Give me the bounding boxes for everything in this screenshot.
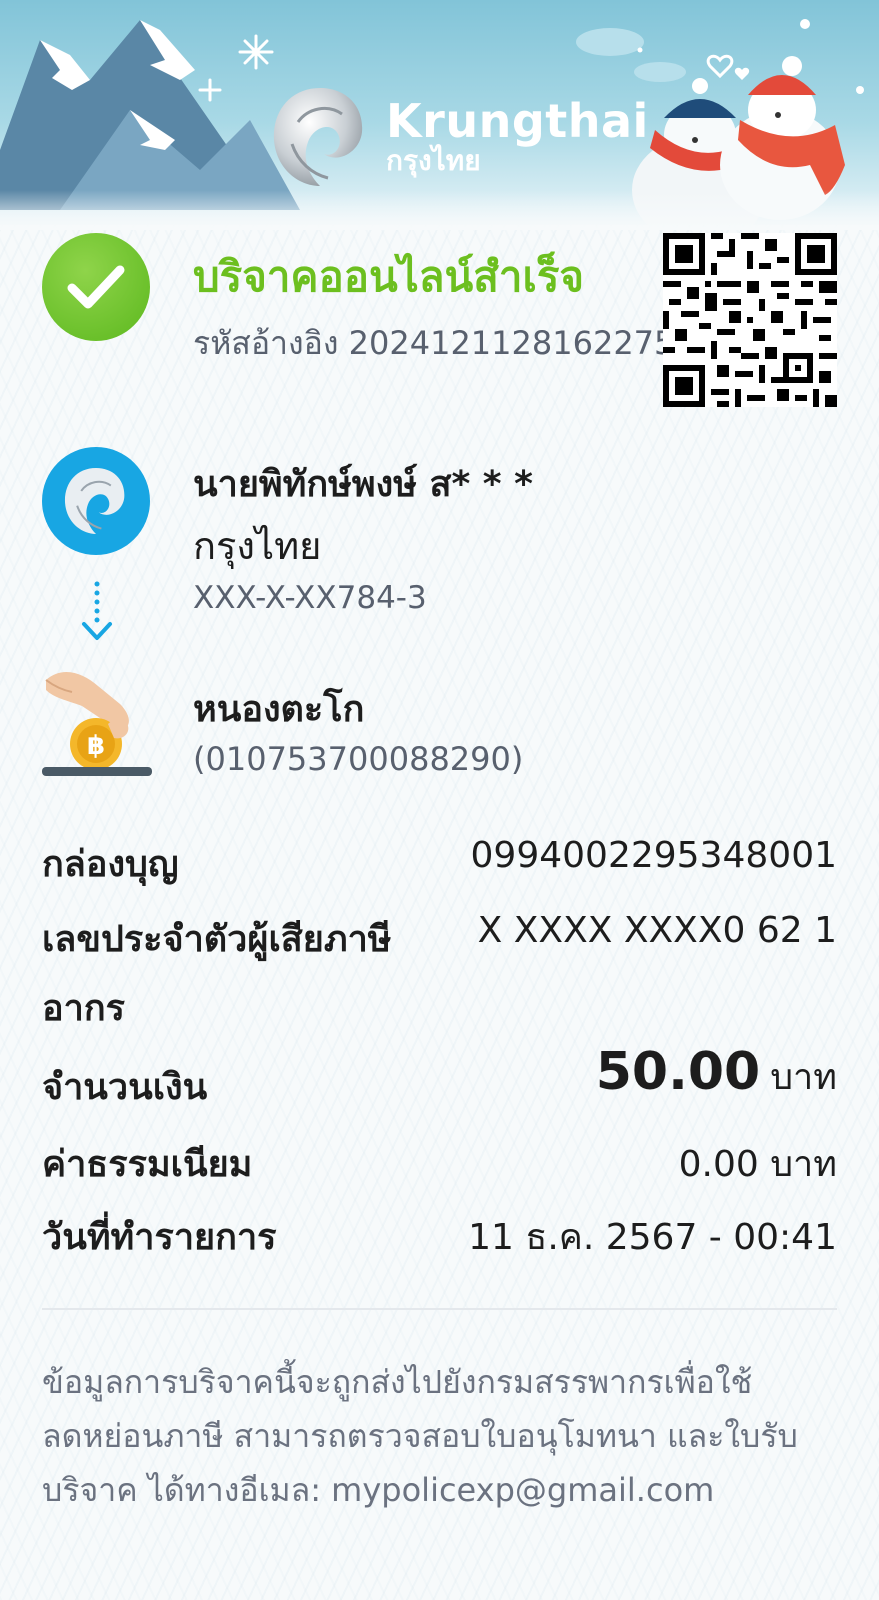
reference-number: 2024121128162275 (348, 324, 675, 362)
amount-unit: บาท (770, 1057, 837, 1098)
tax-id-label-line2: อากร (42, 988, 125, 1029)
svg-text:฿: ฿ (87, 731, 105, 761)
transaction-date-label: วันที่ทำรายการ (42, 1217, 277, 1258)
success-check-icon (42, 233, 150, 341)
sender-bank: กรุงไทย (193, 524, 322, 568)
qr-code[interactable] (663, 233, 837, 407)
divider (42, 1308, 837, 1310)
amount-value: 50.00 (595, 1042, 761, 1102)
donation-box-label: กล่องบุญ (42, 844, 179, 885)
krungthai-bird-icon (64, 468, 125, 534)
sender-name: นายพิทักษ์พงษ์ ส* * * (193, 464, 533, 505)
donation-coin-icon: ฿ (42, 672, 152, 776)
recipient-name: หนองตะโก (193, 689, 365, 730)
fee-value: 0.00 บาท (678, 1144, 837, 1185)
footer-line-1: ข้อมูลการบริจาคนี้จะถูกส่งไปยังกรมสรรพาก… (42, 1363, 753, 1401)
tax-id-label: เลขประจำตัวผู้เสียภาษี อากร (42, 910, 392, 1036)
sender-bank-avatar (42, 447, 150, 555)
donation-box-value: 0994002295348001 (470, 835, 837, 876)
amount-label: จำนวนเงิน (42, 1067, 208, 1108)
footer-line-3: บริจาค ได้ทางอีเมล: mypolicexp@gmail.com (42, 1471, 715, 1509)
tax-id-label-line1: เลขประจำตัวผู้เสียภาษี (42, 919, 392, 960)
transaction-date-value: 11 ธ.ค. 2567 - 00:41 (468, 1217, 837, 1258)
success-title: บริจาคออนไลน์สำเร็จ (193, 252, 584, 301)
receipt-body: บริจาคออนไลน์สำเร็จ รหัสอ้างอิง 20241211… (0, 0, 879, 1600)
amount-value-wrap: 50.00 บาท (596, 1042, 837, 1105)
footer-note: ข้อมูลการบริจาคนี้จะถูกส่งไปยังกรมสรรพาก… (42, 1355, 842, 1517)
arrow-down-icon (82, 581, 112, 640)
recipient-id: (010753700088290) (193, 740, 524, 778)
sender-account: XXX-X-XX784-3 (193, 580, 427, 616)
fee-label: ค่าธรรมเนียม (42, 1144, 253, 1185)
reference-line: รหัสอ้างอิง 2024121128162275 (193, 318, 674, 369)
footer-line-2: ลดหย่อนภาษี สามารถตรวจสอบใบอนุโมทนา และใ… (42, 1417, 798, 1455)
reference-label: รหัสอ้างอิง (193, 324, 339, 362)
tax-id-value: X XXXX XXXX0 62 1 (477, 910, 837, 951)
